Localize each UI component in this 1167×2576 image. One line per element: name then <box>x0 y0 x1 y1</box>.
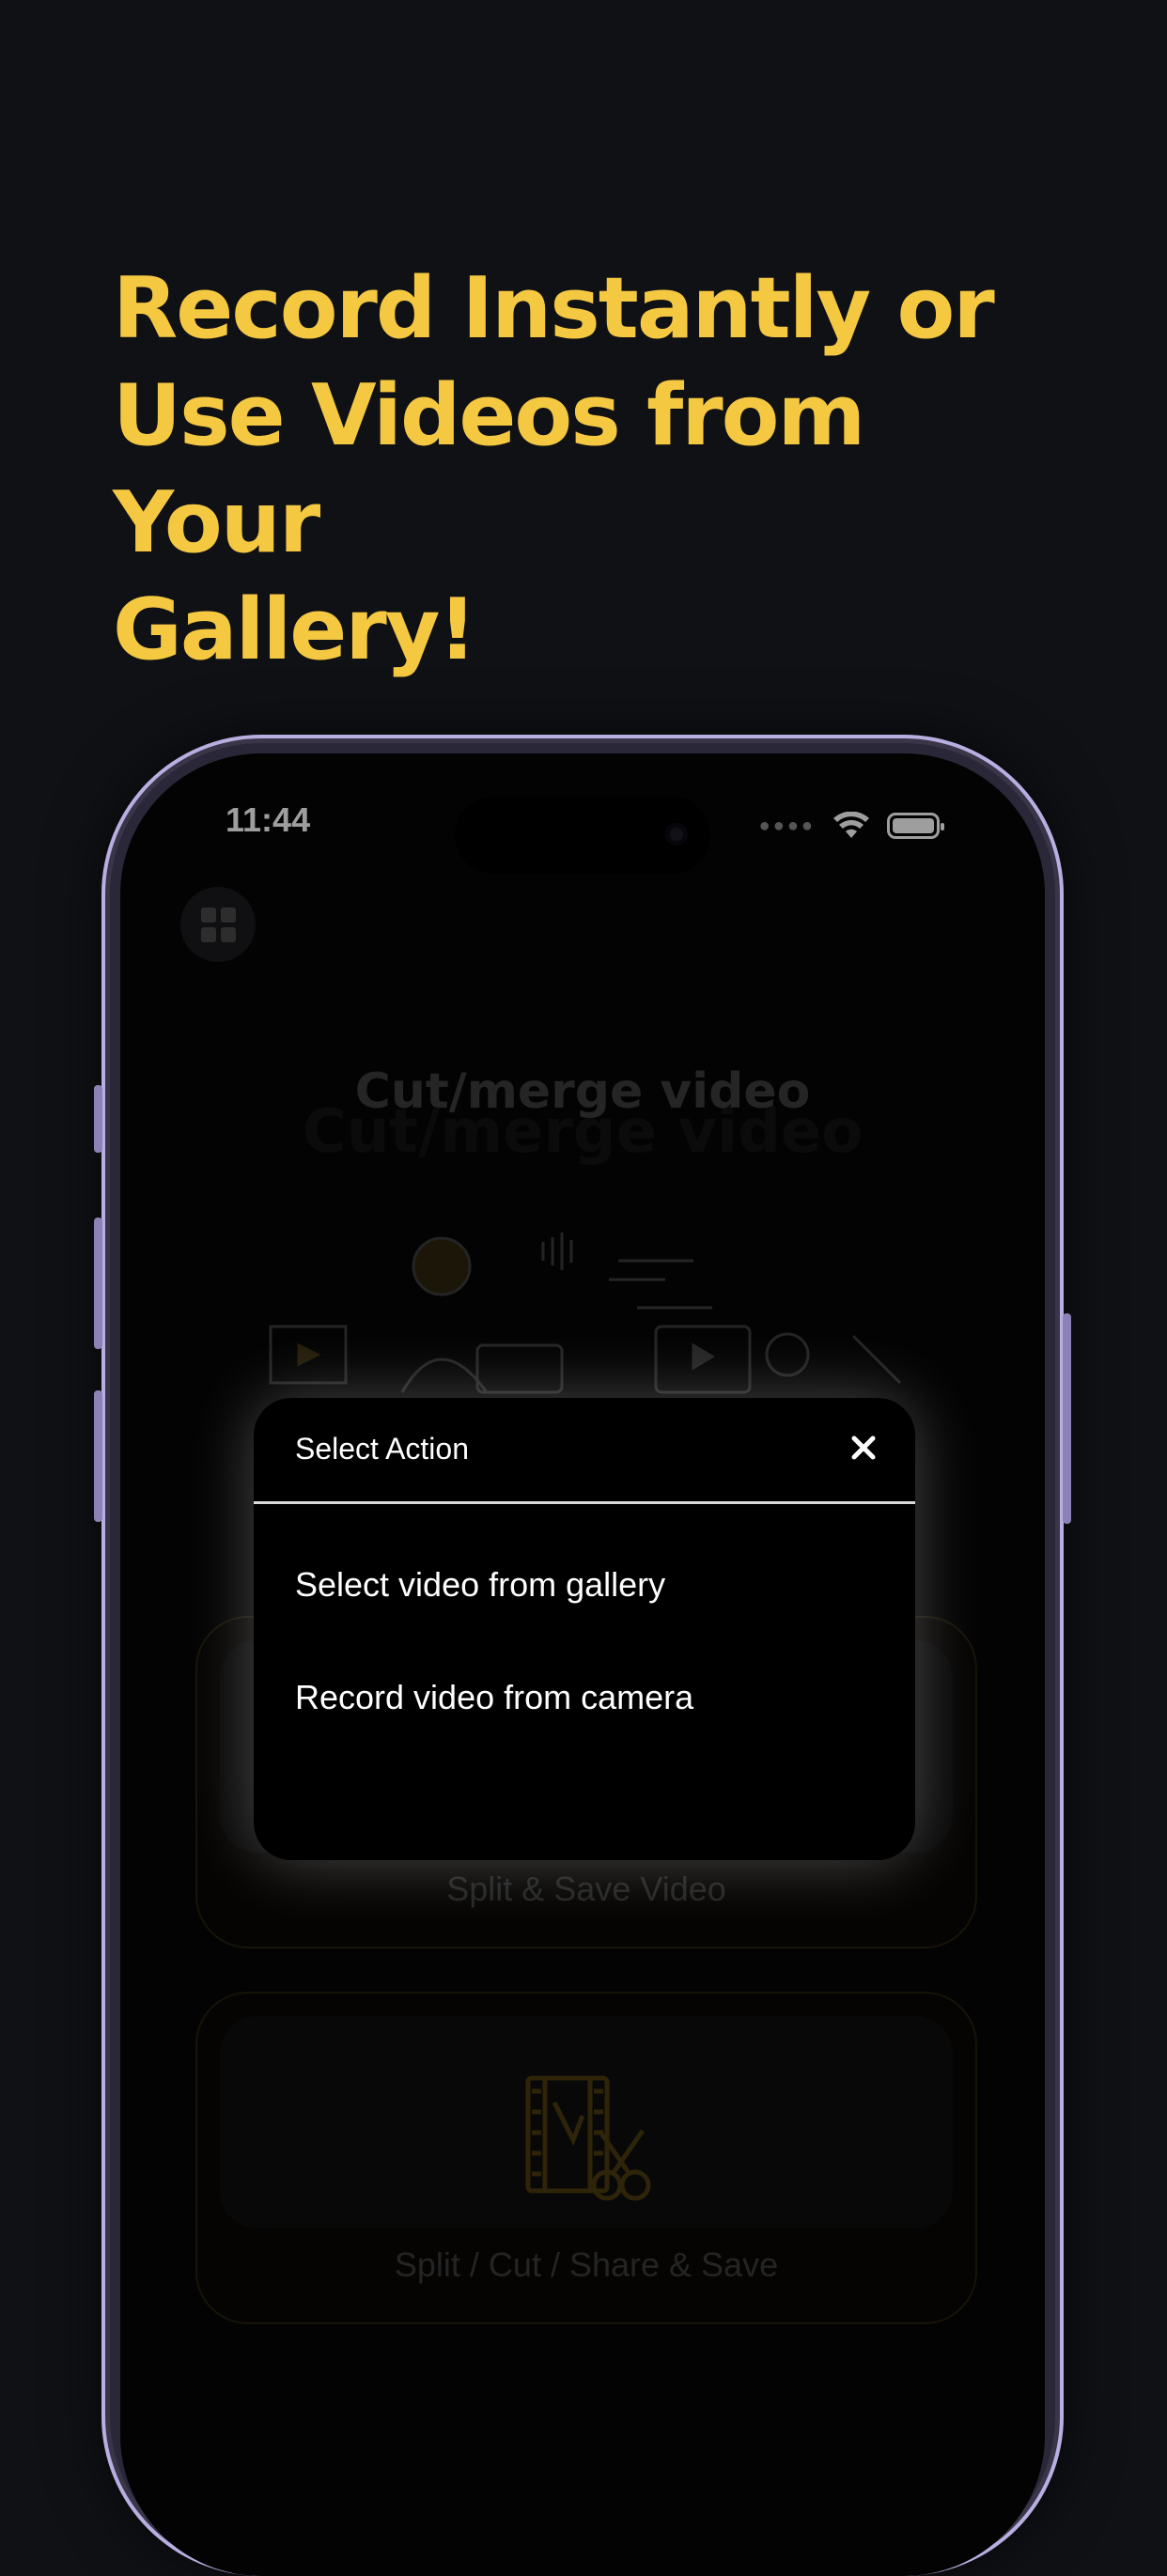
select-from-gallery-option[interactable]: Select video from gallery <box>295 1565 665 1605</box>
headline-line: Gallery! <box>113 581 476 679</box>
headline: Record Instantly or Use Videos from Your… <box>113 256 1071 684</box>
modal-header: Select Action <box>254 1398 915 1504</box>
volume-up-button <box>94 1218 102 1349</box>
headline-line: Record Instantly or <box>113 259 995 358</box>
volume-down-button <box>94 1390 102 1522</box>
select-action-modal: Select Action Select video from gallery … <box>254 1398 915 1860</box>
close-button[interactable] <box>840 1424 887 1471</box>
record-from-camera-option[interactable]: Record video from camera <box>295 1678 693 1717</box>
close-icon <box>851 1435 876 1460</box>
modal-title: Select Action <box>295 1432 469 1466</box>
headline-line: Use Videos from Your <box>113 366 865 572</box>
power-button <box>1063 1313 1071 1524</box>
phone-screen: 11:44 ●●●● Cut/merge video Cut/merge vid… <box>120 753 1045 2576</box>
action-button <box>94 1085 102 1153</box>
